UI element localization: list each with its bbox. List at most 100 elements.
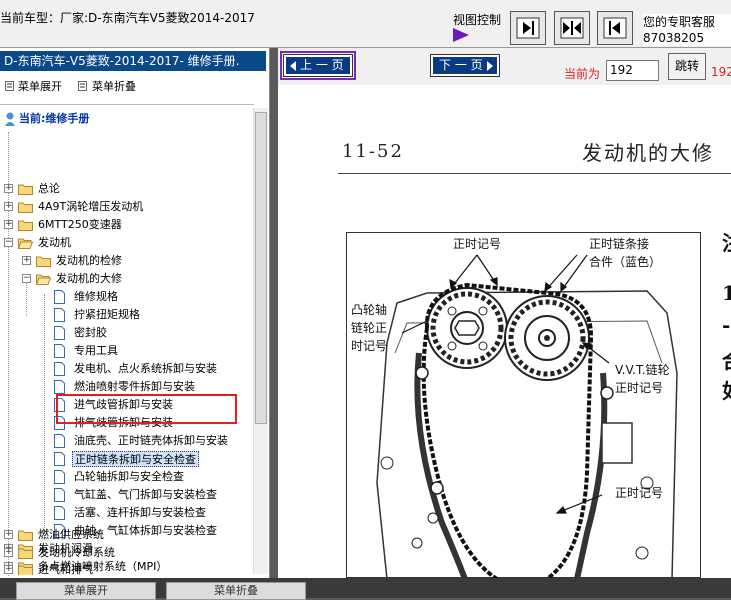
- tree-doc-sealant[interactable]: 密封胶: [54, 324, 254, 342]
- tree-item-general[interactable]: + 总论: [4, 180, 254, 198]
- tree-item-label: 进气和排气: [38, 563, 93, 575]
- manual-tree-panel: D-东南汽车-V5菱致-2014-2017- 维修手册. 菜单展开 菜单折叠 当…: [0, 48, 270, 578]
- document-icon: [54, 380, 65, 394]
- document-icon: [54, 434, 65, 448]
- collapse-menu-button[interactable]: 菜单折叠: [92, 78, 136, 94]
- folder-icon: [18, 202, 33, 213]
- folder-icon: [18, 548, 33, 559]
- page-number: 11-52: [342, 141, 404, 162]
- tree-item-label: 凸轮轴拆卸与安全检查: [74, 470, 184, 483]
- tree-current-label: 当前:维修手册: [19, 112, 90, 125]
- tree-item-cooling[interactable]: + 发动机冷却系统: [4, 544, 254, 562]
- tree-item-label: 发电机、点火系统拆卸与安装: [74, 362, 217, 375]
- document-icon: [54, 470, 65, 484]
- folder-icon: [18, 565, 33, 575]
- document-icon: [54, 452, 65, 466]
- page-navigation-bar: 上 一 页 下 一 页 当前为 192 跳转 192: [278, 48, 731, 85]
- label-timing-mark-top: 正时记号: [453, 237, 502, 251]
- expand-plus-icon[interactable]: +: [4, 565, 13, 574]
- top-toolbar: 当前车型：厂家:D-东南汽车V5菱致2014-2017 视图控制 您的专职客服 …: [0, 0, 731, 48]
- prev-page-button[interactable]: 上 一 页: [283, 54, 353, 77]
- folder-icon: [18, 184, 33, 195]
- tree-doc-special-tools[interactable]: 专用工具: [54, 342, 254, 360]
- tree-tools: 菜单展开 菜单折叠: [0, 78, 266, 96]
- service-number: 87038205: [643, 31, 705, 45]
- view-reset-button[interactable]: [597, 11, 633, 45]
- tree-doc-camshaft[interactable]: 凸轮轴拆卸与安全检查: [54, 468, 254, 486]
- expand-plus-icon[interactable]: +: [4, 548, 13, 557]
- intake-cam-sprocket: [426, 287, 508, 369]
- tree-item-engine[interactable]: − 发动机: [4, 234, 254, 252]
- folder-icon: [18, 530, 33, 541]
- expand-plus-icon[interactable]: +: [22, 256, 31, 265]
- tree-doc-torque[interactable]: 拧紧扭矩规格: [54, 306, 254, 324]
- tree-scrollbar-thumb[interactable]: [255, 112, 267, 424]
- document-icon: [54, 308, 65, 322]
- tree-item-engine-inspection[interactable]: + 发动机的检修: [22, 252, 254, 270]
- go-to-page-button[interactable]: 跳转: [668, 53, 706, 80]
- document-icon: [54, 506, 65, 520]
- tree-item-label: 发动机的大修: [56, 272, 122, 285]
- tree-scrollbar[interactable]: [253, 108, 268, 574]
- bottom-expand-button[interactable]: 菜单展开: [16, 582, 156, 600]
- tree-item-label: 发动机: [38, 236, 71, 249]
- bottom-bar: 菜单展开 菜单折叠: [0, 578, 731, 600]
- user-icon: [5, 112, 15, 126]
- next-page-button[interactable]: 下 一 页: [430, 54, 500, 77]
- tree-guide-line: [44, 294, 45, 540]
- triangle-right-icon: [486, 60, 493, 71]
- tree-doc-cylinder-head[interactable]: 气缸盖、气门拆卸与安装检查: [54, 486, 254, 504]
- open-folder-icon: [18, 238, 33, 249]
- tree-doc-alternator[interactable]: 发电机、点火系统拆卸与安装: [54, 360, 254, 378]
- collapse-minus-icon[interactable]: −: [4, 238, 13, 247]
- collapse-minus-icon[interactable]: −: [22, 274, 31, 283]
- document-icon: [54, 488, 65, 502]
- expand-menu-button[interactable]: 菜单展开: [18, 78, 62, 94]
- label-chain-link-2: 合件（蓝色）: [589, 255, 662, 269]
- label-cam-sprocket-1: 凸轮轴: [351, 303, 388, 317]
- tree-doc-piston[interactable]: 活塞、连杆拆卸与安装检查: [54, 504, 254, 522]
- folder-icon: [18, 220, 33, 231]
- label-cam-sprocket-2: 链轮正: [351, 321, 388, 335]
- view-fit-width-button[interactable]: [554, 11, 590, 45]
- manual-tree: 当前:维修手册 + 总论 + 4A9T涡轮增压发动机 + 6MTT250变速器 …: [0, 110, 256, 576]
- arrow-left-bar-icon: [603, 17, 627, 39]
- label-vvt-1: V.V.T.链轮: [615, 363, 670, 377]
- open-folder-icon: [36, 274, 51, 285]
- service-label: 您的专职客服: [643, 15, 716, 29]
- expand-plus-icon[interactable]: +: [4, 184, 13, 193]
- document-icon: [54, 344, 65, 358]
- manual-page-viewer[interactable]: 11-52 发动机的大修 正时记号 正时链条接 合件（蓝色） 凸轮轴 链轮正 时…: [278, 85, 731, 578]
- tree-item-label: 燃油供应系统: [38, 528, 104, 541]
- tree-doc-timing-chain-selected[interactable]: 正时链条拆卸与安全检查: [54, 450, 254, 468]
- triangle-left-icon: [290, 60, 296, 71]
- timing-chain-diagram: 正时记号 正时链条接 合件（蓝色） 凸轮轴 链轮正 时记号 V.V.T.链轮 正…: [346, 232, 701, 578]
- header-rule: [338, 173, 731, 174]
- tree-doc-oil-pan[interactable]: 油底壳、正时链壳体拆卸与安装: [54, 432, 254, 450]
- view-single-page-button[interactable]: [510, 11, 546, 45]
- expand-plus-icon[interactable]: +: [4, 220, 13, 229]
- tree-item-label: 密封胶: [74, 326, 107, 339]
- tree-item-intake-exhaust[interactable]: + 进气和排气: [4, 561, 254, 575]
- tree-item-label: 4A9T涡轮增压发动机: [38, 200, 144, 213]
- tree-doc-specs[interactable]: 维修规格: [54, 288, 254, 306]
- document-icon: [54, 362, 65, 376]
- arrows-inward-icon: [560, 17, 584, 39]
- expand-plus-icon[interactable]: +: [4, 202, 13, 211]
- bottom-collapse-button[interactable]: 菜单折叠: [166, 582, 306, 600]
- current-page-input[interactable]: 192: [606, 60, 659, 81]
- panel-divider: [0, 104, 254, 105]
- expand-plus-icon[interactable]: +: [4, 530, 13, 539]
- tree-item-label: 活塞、连杆拆卸与安装检查: [74, 506, 206, 519]
- tree-item-label: 6MTT250变速器: [38, 218, 122, 231]
- tree-item-fuel-supply[interactable]: + 燃油供应系统: [4, 526, 254, 544]
- tree-item-label: 专用工具: [74, 344, 118, 357]
- side-text-3: -: [722, 313, 731, 337]
- label-chain-link-1: 正时链条接: [589, 237, 650, 251]
- document-icon: [54, 326, 65, 340]
- side-text-5: 如: [722, 375, 731, 404]
- tree-item-transmission[interactable]: + 6MTT250变速器: [4, 216, 254, 234]
- tree-item-engine-overhaul[interactable]: − 发动机的大修: [22, 270, 254, 288]
- tree-item-4a9t-engine[interactable]: + 4A9T涡轮增压发动机: [4, 198, 254, 216]
- tree-item-label: 油底壳、正时链壳体拆卸与安装: [74, 434, 228, 447]
